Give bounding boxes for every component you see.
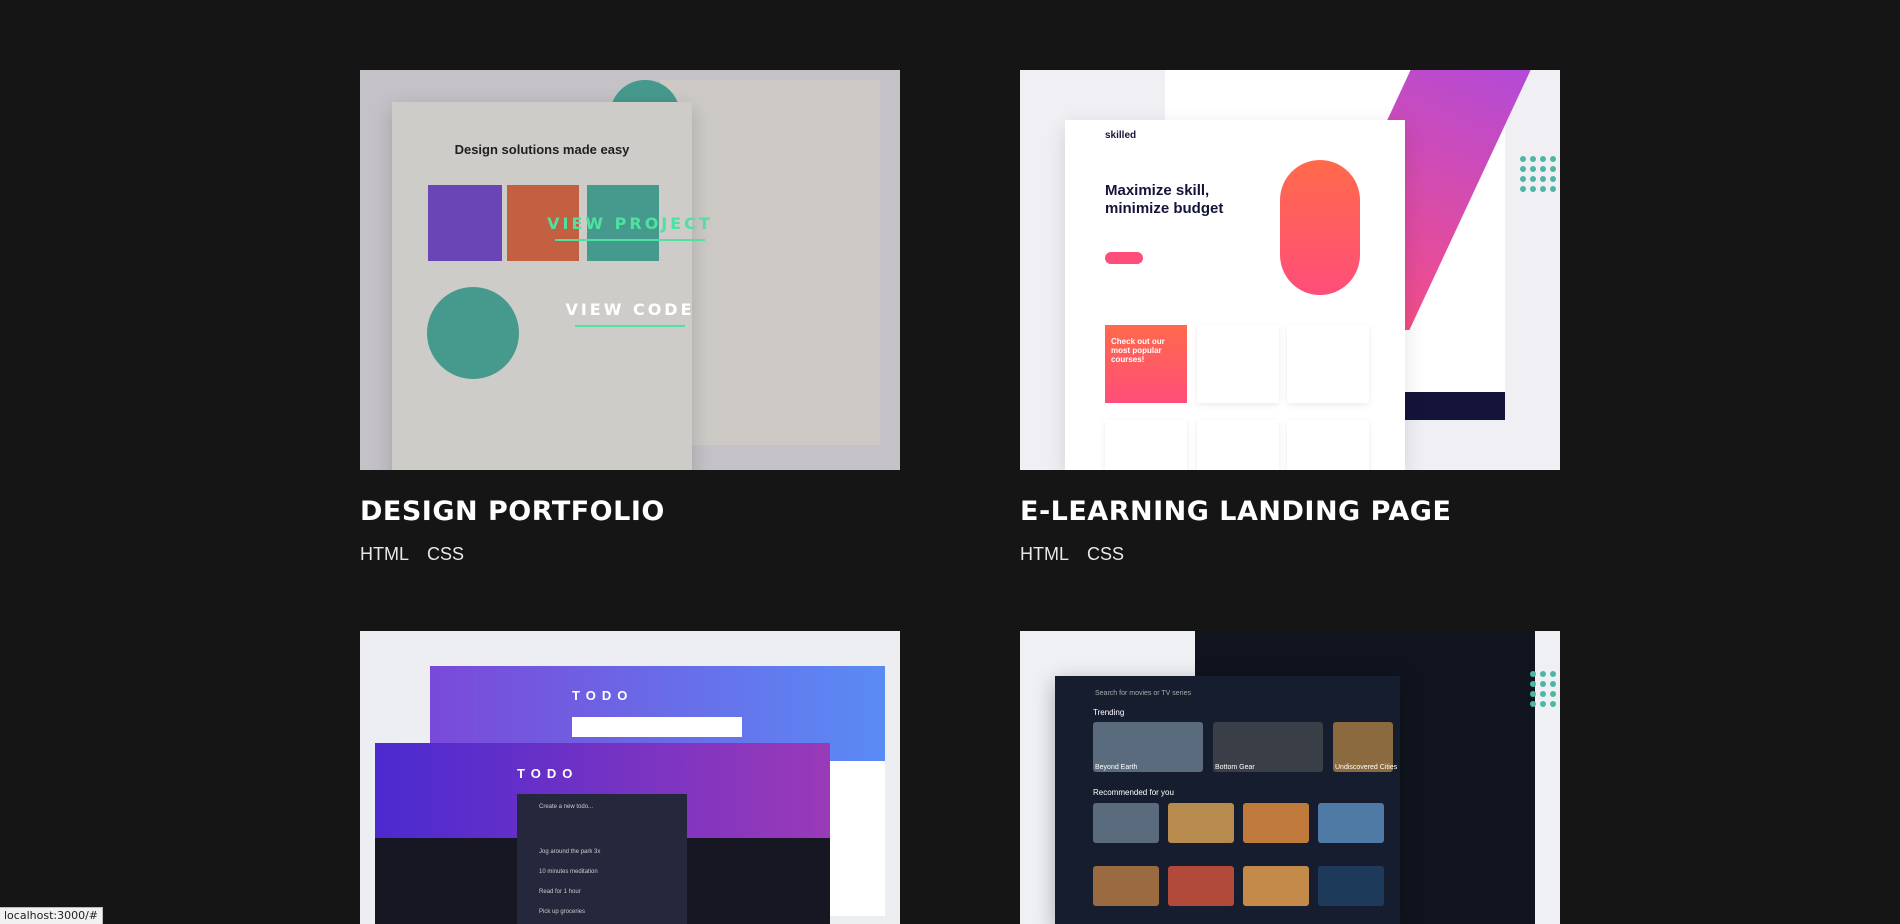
preview-todo-item: Pick up groceries [539, 909, 586, 915]
project-title: E-LEARNING LANDING PAGE [1020, 496, 1452, 527]
project-thumbnail[interactable]: Design solutions made easy VIEW PROJECT … [360, 70, 900, 470]
preview-movie-thumb [1243, 803, 1309, 843]
preview-feature-card [1105, 420, 1187, 470]
preview-recommended-heading: Recommended for you [1093, 788, 1174, 797]
view-code-link[interactable]: VIEW CODE [360, 300, 900, 327]
preview-movie-thumb [1168, 866, 1234, 906]
preview-todo-item: Read for 1 hour [539, 889, 581, 895]
preview-todo-item: 10 minutes meditation [539, 869, 598, 875]
tag: CSS [427, 544, 465, 564]
preview-movie-thumb [1318, 803, 1384, 843]
link-underline [555, 239, 705, 241]
view-project-link[interactable]: VIEW PROJECT [360, 214, 900, 241]
browser-status-url: localhost:3000/# [0, 907, 103, 924]
preview-logo: skilled [1105, 130, 1137, 141]
preview-movie-thumb [1168, 803, 1234, 843]
project-card-todo: TODO TODO Create a new todo... Jog aroun… [360, 631, 900, 924]
dot-pattern [1530, 671, 1560, 707]
preview-cta [1105, 252, 1143, 264]
preview-footer-bar [1405, 392, 1505, 420]
preview-todo-item: Jog around the park 3x [539, 849, 601, 855]
project-thumbnail[interactable]: skilled Maximize skill, minimize budget … [1020, 70, 1560, 470]
preview-movie-thumb [1093, 866, 1159, 906]
preview-trending-label: Undiscovered Cities [1335, 764, 1398, 771]
project-card-e-learning: skilled Maximize skill, minimize budget … [1020, 70, 1560, 565]
tag: CSS [1087, 544, 1125, 564]
link-underline [575, 325, 685, 327]
preview-trending-label: Bottom Gear [1215, 764, 1255, 771]
preview-feature-card [1287, 325, 1369, 403]
preview-movie-thumb [1318, 866, 1384, 906]
preview-input-placeholder: Create a new todo... [539, 804, 594, 810]
preview-feature-card [1197, 420, 1279, 470]
preview-front-page: skilled Maximize skill, minimize budget … [1065, 120, 1405, 470]
preview-trending-label: Beyond Earth [1095, 764, 1138, 771]
preview-heading: TODO [572, 688, 634, 703]
project-card-design-portfolio: Design solutions made easy VIEW PROJECT … [360, 70, 900, 565]
preview-movie-thumb [1243, 866, 1309, 906]
preview-input [572, 717, 742, 737]
preview-feature-card [1287, 420, 1369, 470]
view-code-label: VIEW CODE [565, 300, 695, 319]
preview-todo-list: Create a new todo... Jog around the park… [517, 794, 687, 924]
preview-front-page: Search for movies or TV series Trending … [1055, 676, 1400, 924]
project-tags: HTML CSS [360, 544, 900, 565]
preview-trending-heading: Trending [1093, 708, 1125, 717]
hover-overlay [360, 70, 900, 470]
tag: HTML [360, 544, 409, 564]
project-title: DESIGN PORTFOLIO [360, 496, 665, 527]
preview-movie-thumb [1093, 803, 1159, 843]
project-tags: HTML CSS [1020, 544, 1560, 565]
preview-search: Search for movies or TV series [1095, 690, 1191, 697]
preview-heading: Maximize skill, minimize budget [1105, 182, 1224, 217]
preview-popular-card: Check out our most popular courses! [1105, 325, 1187, 403]
view-project-label: VIEW PROJECT [547, 214, 713, 233]
dot-pattern [1520, 156, 1556, 192]
preview-hero-image [1280, 160, 1360, 295]
preview-feature-card [1197, 325, 1279, 403]
project-card-entertainment: Search for movies or TV series Trending … [1020, 631, 1560, 924]
project-thumbnail[interactable]: TODO TODO Create a new todo... Jog aroun… [360, 631, 900, 924]
preview-heading-dark: TODO [517, 766, 579, 781]
project-thumbnail[interactable]: Search for movies or TV series Trending … [1020, 631, 1560, 924]
tag: HTML [1020, 544, 1069, 564]
projects-grid: Design solutions made easy VIEW PROJECT … [0, 0, 1900, 924]
